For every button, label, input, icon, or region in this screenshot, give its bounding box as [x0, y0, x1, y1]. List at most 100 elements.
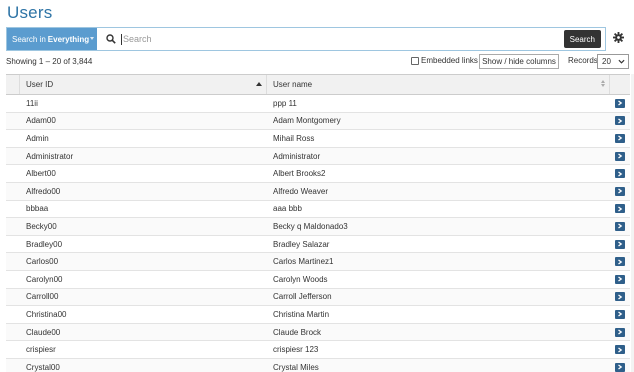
open-user-button[interactable] [615, 221, 625, 231]
open-user-button[interactable] [615, 186, 625, 196]
embedded-links-toggle[interactable]: Embedded links [411, 56, 478, 65]
table-row[interactable]: Carroll00 Carroll Jefferson [6, 288, 630, 307]
table-row[interactable]: Christina00 Christina Martin [6, 306, 630, 324]
search-input[interactable] [121, 33, 551, 45]
table-row[interactable]: Becky00 Becky q Maldonado3 [6, 218, 630, 236]
chevron-right-icon [618, 276, 623, 282]
cell-user-id: bbbaa [26, 204, 49, 214]
users-table: User ID User name 11ii ppp 11 Adam00 Adam M… [6, 74, 630, 372]
search-button[interactable]: Search [563, 30, 601, 48]
chevron-right-icon [618, 135, 623, 142]
chevron-right-icon [618, 118, 623, 124]
show-hide-columns-button[interactable]: Show / hide columns [479, 54, 559, 69]
row-action-cell [610, 169, 630, 179]
cell-user-id: crispiesr [26, 345, 56, 355]
search-icon [105, 33, 117, 45]
open-user-button[interactable] [615, 169, 625, 179]
open-user-button[interactable] [615, 257, 625, 267]
table-row[interactable]: 11ii ppp 11 [6, 95, 630, 113]
cell-user-id: Adam00 [26, 116, 56, 126]
row-action-cell [610, 186, 630, 196]
sortable-icon [601, 80, 605, 87]
chevron-right-icon [618, 223, 623, 229]
open-user-button[interactable] [615, 327, 625, 337]
table-row[interactable]: Admin Mihail Ross [6, 130, 630, 148]
open-user-button[interactable] [615, 151, 625, 161]
open-user-button[interactable] [615, 98, 625, 108]
open-user-button[interactable] [615, 345, 625, 355]
table-row[interactable]: Adam00 Adam Montgomery [6, 112, 630, 131]
cell-user-name: Claude Brock [273, 327, 322, 337]
open-user-button[interactable] [615, 309, 625, 319]
row-action-cell [610, 239, 630, 249]
table-row[interactable]: Albert00 Albert Brooks2 [6, 165, 630, 183]
chevron-down-icon [90, 37, 94, 40]
open-user-button[interactable] [615, 274, 625, 284]
gear-icon [612, 30, 624, 48]
table-row[interactable]: Carlos00 Carlos Martinez1 [6, 253, 630, 271]
table-row[interactable]: Administrator Administrator [6, 147, 630, 166]
chevron-right-icon [618, 329, 623, 335]
table-row[interactable]: Bradley00 Bradley Salazar [6, 236, 630, 254]
cell-user-id: Carlos00 [26, 257, 59, 267]
search-scope-prefix: Search in [12, 34, 46, 44]
open-user-button[interactable] [615, 133, 625, 143]
sort-ascending-icon [256, 82, 262, 86]
table-header: User ID User name [6, 75, 630, 95]
row-action-cell [610, 292, 630, 302]
row-action-cell [610, 345, 630, 355]
search-scope-dropdown[interactable]: Search in Everything [7, 28, 97, 50]
cell-user-name: Bradley Salazar [273, 239, 330, 249]
records-per-page-select[interactable]: 20 [597, 54, 629, 69]
open-user-button[interactable] [615, 116, 625, 126]
table-row[interactable]: Crystal00 Crystal Miles [6, 358, 630, 372]
chevron-right-icon [618, 100, 623, 106]
table-row[interactable]: Claude00 Claude Brock [6, 323, 630, 342]
cell-user-name: Christina Martin [273, 309, 330, 319]
cell-user-id: Christina00 [26, 309, 67, 319]
cell-user-id: 11ii [26, 98, 38, 108]
chevron-right-icon [618, 347, 623, 353]
cell-user-name: Becky q Maldonado3 [273, 221, 348, 231]
cell-user-id: Claude00 [26, 327, 61, 337]
cell-user-id: Albert00 [26, 169, 56, 179]
row-action-cell [610, 309, 630, 319]
settings-button[interactable] [609, 29, 627, 49]
cell-user-id: Carolyn00 [26, 274, 63, 284]
cell-user-id: Carroll00 [26, 292, 59, 302]
open-user-button[interactable] [615, 239, 625, 249]
cell-user-name: Mihail Ross [273, 133, 315, 143]
open-user-button[interactable] [615, 204, 625, 214]
results-count: Showing 1 – 20 of 3,844 [6, 57, 93, 66]
embedded-links-checkbox[interactable] [411, 56, 419, 65]
page-title: Users [7, 3, 53, 22]
table-row[interactable]: bbbaa aaa bbb [6, 201, 630, 219]
records-per-page-value: 20 [602, 57, 611, 66]
open-user-button[interactable] [615, 292, 625, 302]
table-body: 11ii ppp 11 Adam00 Adam Montgomery Admin Miha… [6, 95, 630, 372]
open-user-button[interactable] [615, 362, 625, 372]
chevron-down-icon [618, 58, 625, 67]
chevron-right-icon [618, 364, 623, 370]
cell-user-name: ppp 11 [273, 98, 297, 108]
table-row[interactable]: Carolyn00 Carolyn Woods [6, 271, 630, 289]
chevron-right-icon [618, 241, 623, 247]
cell-user-name: Administrator [273, 151, 321, 161]
row-action-cell [610, 327, 630, 337]
row-action-cell [610, 257, 630, 267]
search-bar: Search in Everything Search [6, 27, 606, 51]
cell-user-id: Becky00 [26, 221, 57, 231]
table-row[interactable]: Alfredo00 Alfredo Weaver [6, 182, 630, 201]
column-header-label: User ID [26, 80, 54, 89]
column-header-user-name[interactable]: User name [267, 75, 610, 94]
row-action-cell [610, 133, 630, 143]
chevron-right-icon [618, 206, 623, 212]
row-action-cell [610, 116, 630, 126]
cell-user-id: Bradley00 [26, 239, 63, 249]
embedded-links-label: Embedded links [421, 56, 478, 65]
table-row[interactable]: crispiesr crispiesr 123 [6, 341, 630, 359]
cell-user-id: Alfredo00 [26, 186, 61, 196]
row-action-cell [610, 221, 630, 231]
cell-user-id: Admin [26, 133, 49, 143]
column-header-user-id[interactable]: User ID [20, 75, 267, 94]
